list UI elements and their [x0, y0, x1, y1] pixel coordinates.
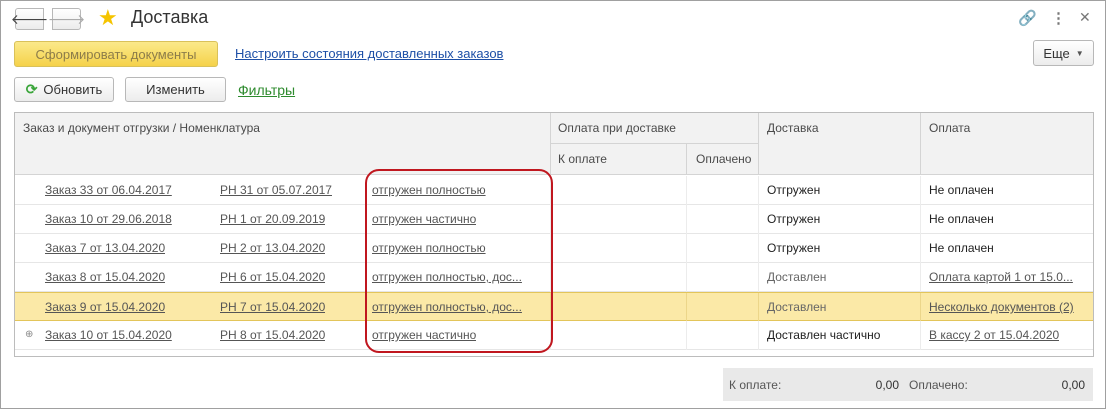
forward-button[interactable]: 🡒: [48, 8, 85, 30]
header-to-pay[interactable]: К оплате: [558, 152, 607, 166]
totals-panel: К оплате: 0,00 Оплачено: 0,00: [723, 368, 1093, 401]
column-divider: [550, 205, 551, 234]
column-divider: [758, 293, 759, 322]
shipment-state-link[interactable]: отгружен частично: [372, 212, 476, 226]
column-divider: [920, 176, 921, 205]
table-row[interactable]: Заказ 8 от 15.04.2020 РН 6 от 15.04.2020 о…: [15, 263, 1093, 292]
column-divider: [550, 176, 551, 205]
column-divider: [686, 293, 687, 322]
window-title: Доставка: [131, 7, 209, 27]
column-divider: [758, 205, 759, 234]
delivery-status: Доставлен: [767, 300, 827, 314]
payment-link[interactable]: В кассу 2 от 15.04.2020: [929, 328, 1059, 342]
table-row[interactable]: Заказ 10 от 29.06.2018 РН 1 от 20.09.2019…: [15, 205, 1093, 234]
column-divider: [686, 263, 687, 292]
payment-link[interactable]: Оплата картой 1 от 15.0...: [929, 270, 1073, 284]
shipment-state-link[interactable]: отгружен полностью, дос...: [372, 270, 522, 284]
shipment-state-link[interactable]: отгружен полностью: [372, 241, 486, 255]
table-row[interactable]: ⊕ Заказ 10 от 15.04.2020 РН 8 от 15.04.202…: [15, 321, 1093, 350]
header-payment[interactable]: Оплата: [929, 121, 970, 135]
order-link[interactable]: Заказ 10 от 15.04.2020: [45, 328, 172, 342]
more-vertical-icon[interactable]: ⋮: [1051, 9, 1066, 27]
shipment-doc-link[interactable]: РН 2 от 13.04.2020: [220, 241, 325, 255]
column-divider: [550, 234, 551, 263]
paid-label: Оплачено:: [909, 378, 968, 392]
column-divider: [550, 293, 551, 322]
shipment-state-link[interactable]: отгружен частично: [372, 328, 476, 342]
delivery-window: 🡐 🡒 ★ Доставка 🔗 ⋮ ✕ Сформировать докуме…: [0, 0, 1106, 409]
header-divider: [550, 113, 551, 175]
column-divider: [920, 321, 921, 350]
table-row[interactable]: Заказ 7 от 13.04.2020 РН 2 от 13.04.2020 о…: [15, 234, 1093, 263]
table-row[interactable]: Заказ 33 от 06.04.2017 РН 31 от 05.07.201…: [15, 176, 1093, 205]
orders-table[interactable]: Заказ и документ отгрузки / Номенклатура…: [14, 112, 1094, 357]
close-icon[interactable]: ✕: [1079, 9, 1091, 26]
header-divider: [920, 113, 921, 175]
link-icon[interactable]: 🔗: [1018, 9, 1037, 27]
order-link[interactable]: Заказ 8 от 15.04.2020: [45, 270, 165, 284]
filters-link[interactable]: Фильтры: [238, 82, 295, 98]
more-button[interactable]: Еще ▼: [1033, 40, 1094, 66]
order-link[interactable]: Заказ 33 от 06.04.2017: [45, 183, 172, 197]
shipment-doc-link[interactable]: РН 6 от 15.04.2020: [220, 270, 325, 284]
column-divider: [686, 321, 687, 350]
column-divider: [920, 293, 921, 322]
header-delivery[interactable]: Доставка: [767, 121, 819, 135]
column-divider: [920, 234, 921, 263]
order-link[interactable]: Заказ 9 от 15.04.2020: [45, 300, 165, 314]
column-divider: [920, 263, 921, 292]
column-divider: [758, 263, 759, 292]
to-pay-value: 0,00: [875, 378, 899, 392]
shipment-state-link[interactable]: отгружен полностью: [372, 183, 486, 197]
to-pay-label: К оплате:: [729, 378, 782, 392]
column-divider: [550, 263, 551, 292]
refresh-button-label: Обновить: [43, 82, 103, 97]
header-order[interactable]: Заказ и документ отгрузки / Номенклатура: [23, 121, 260, 135]
paid-value: 0,00: [1061, 378, 1085, 392]
delivery-status: Отгружен: [767, 241, 821, 255]
column-divider: [686, 205, 687, 234]
expand-row-icon[interactable]: ⊕: [25, 329, 33, 340]
arrow-left-icon: 🡐: [10, 10, 49, 27]
delivery-status: Отгружен: [767, 183, 821, 197]
chevron-down-icon: ▼: [1075, 48, 1084, 58]
column-divider: [758, 321, 759, 350]
payment-status: Не оплачен: [929, 241, 994, 255]
header-payment-on-delivery[interactable]: Оплата при доставке: [558, 121, 676, 135]
header-divider: [758, 113, 759, 175]
back-button[interactable]: 🡐: [11, 8, 48, 30]
table-row[interactable]: Заказ 9 от 15.04.2020 РН 7 от 15.04.2020 о…: [15, 292, 1093, 322]
header-paid[interactable]: Оплачено: [696, 152, 751, 166]
header-divider: [686, 144, 687, 175]
order-link[interactable]: Заказ 10 от 29.06.2018: [45, 212, 172, 226]
column-divider: [758, 234, 759, 263]
order-link[interactable]: Заказ 7 от 13.04.2020: [45, 241, 165, 255]
shipment-doc-link[interactable]: РН 8 от 15.04.2020: [220, 328, 325, 342]
table-header: Заказ и документ отгрузки / Номенклатура…: [15, 113, 1093, 175]
star-icon[interactable]: ★: [98, 5, 118, 31]
arrow-right-icon: 🡒: [47, 10, 86, 27]
header-divider: [550, 143, 758, 144]
configure-delivered-states-link[interactable]: Настроить состояния доставленных заказов: [235, 46, 503, 61]
column-divider: [758, 176, 759, 205]
refresh-icon: ⟳: [25, 81, 38, 97]
column-divider: [550, 321, 551, 350]
column-divider: [920, 205, 921, 234]
more-button-label: Еще: [1043, 45, 1070, 61]
edit-button[interactable]: Изменить: [125, 77, 226, 102]
generate-documents-button[interactable]: Сформировать документы: [14, 41, 218, 67]
delivery-status: Отгружен: [767, 212, 821, 226]
shipment-doc-link[interactable]: РН 1 от 20.09.2019: [220, 212, 325, 226]
shipment-doc-link[interactable]: РН 7 от 15.04.2020: [220, 300, 325, 314]
column-divider: [686, 176, 687, 205]
refresh-button[interactable]: ⟳ Обновить: [14, 77, 114, 102]
column-divider: [686, 234, 687, 263]
payment-status: Не оплачен: [929, 183, 994, 197]
payment-link[interactable]: Несколько документов (2): [929, 300, 1074, 314]
shipment-doc-link[interactable]: РН 31 от 05.07.2017: [220, 183, 332, 197]
shipment-state-link[interactable]: отгружен полностью, дос...: [372, 300, 522, 314]
delivery-status: Доставлен: [767, 270, 827, 284]
delivery-status: Доставлен частично: [767, 328, 881, 342]
payment-status: Не оплачен: [929, 212, 994, 226]
